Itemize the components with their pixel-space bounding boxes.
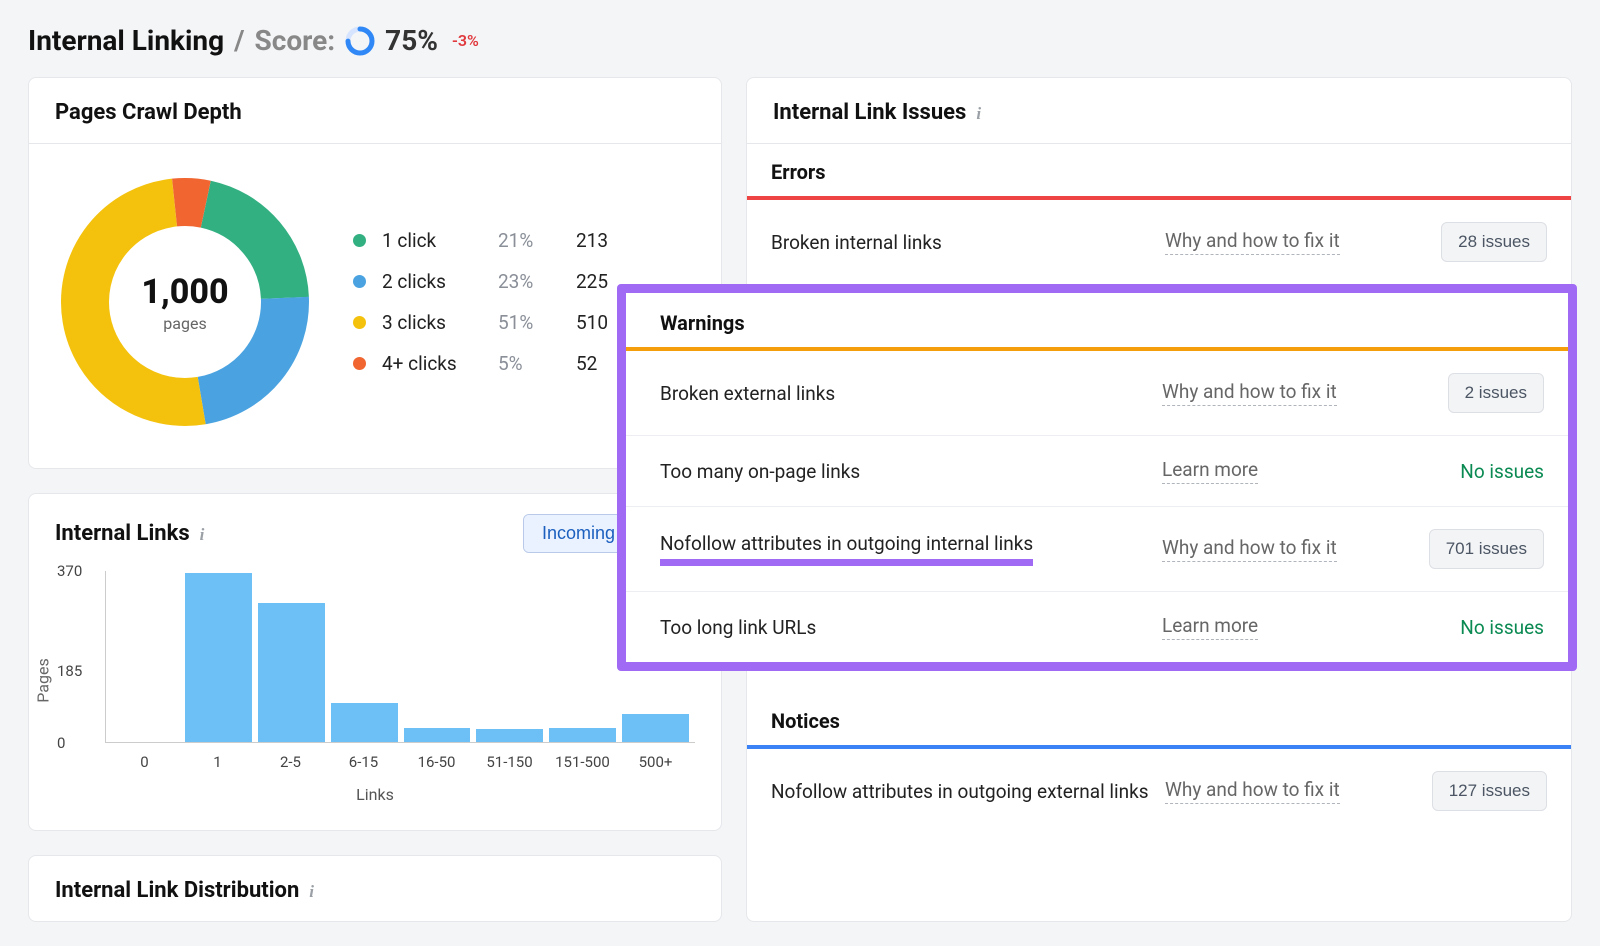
- ytick: 370: [57, 562, 82, 580]
- legend-label: 4+ clicks: [382, 352, 482, 375]
- fix-link[interactable]: Why and how to fix it: [1162, 536, 1337, 562]
- fix-link[interactable]: Why and how to fix it: [1165, 778, 1340, 804]
- no-issues-label: No issues: [1460, 616, 1544, 639]
- no-issues-label: No issues: [1460, 460, 1544, 483]
- internal-links-title-text: Internal Links: [55, 521, 190, 546]
- ytick: 185: [57, 662, 82, 680]
- issue-row: Too long link URLs Learn more No issues: [626, 592, 1568, 662]
- link-distribution-title-text: Internal Link Distribution: [55, 878, 299, 903]
- xcat-label: 16-50: [403, 753, 470, 771]
- bar[interactable]: [185, 573, 252, 742]
- issue-count-button[interactable]: 28 issues: [1441, 222, 1547, 262]
- learn-more-link[interactable]: Learn more: [1162, 458, 1258, 484]
- xcat-label: 151-500: [549, 753, 616, 771]
- crawl-depth-donut: 1,000 pages: [55, 172, 315, 432]
- issue-row: Nofollow attributes in outgoing external…: [747, 749, 1571, 833]
- legend-pct: 51%: [498, 311, 560, 334]
- issue-count-button[interactable]: 701 issues: [1429, 529, 1544, 569]
- legend-dot-icon: [353, 234, 366, 247]
- legend-row[interactable]: 3 clicks 51% 510: [353, 311, 632, 334]
- legend-label: 2 clicks: [382, 270, 482, 293]
- issue-row: Broken internal links Why and how to fix …: [747, 200, 1571, 284]
- crawl-depth-title: Pages Crawl Depth: [29, 78, 721, 143]
- yaxis-label: Pages: [34, 658, 53, 702]
- score-ring-icon: [345, 26, 375, 56]
- link-distribution-card: Internal Link Distribution i: [28, 855, 722, 922]
- issue-name: Broken external links: [660, 382, 1150, 405]
- bar[interactable]: [331, 703, 398, 742]
- bar[interactable]: [258, 603, 325, 742]
- issue-row: Broken external links Why and how to fix …: [626, 351, 1568, 436]
- score-delta: -3%: [452, 31, 479, 50]
- issue-name: Broken internal links: [771, 231, 1153, 254]
- legend-pct: 23%: [498, 270, 560, 293]
- learn-more-link[interactable]: Learn more: [1162, 614, 1258, 640]
- xaxis-label: Links: [55, 785, 695, 804]
- legend-dot-icon: [353, 357, 366, 370]
- bar[interactable]: [549, 728, 616, 742]
- info-icon[interactable]: i: [976, 105, 992, 121]
- page-title: Internal Linking: [28, 24, 224, 57]
- issue-row: Too many on-page links Learn more No issue…: [626, 436, 1568, 507]
- issue-name: Nofollow attributes in outgoing internal…: [660, 532, 1150, 566]
- internal-links-title: Internal Links i: [55, 521, 216, 546]
- donut-center-number: 1,000: [141, 272, 228, 312]
- issue-count-button[interactable]: 127 issues: [1432, 771, 1547, 811]
- legend-dot-icon: [353, 316, 366, 329]
- issue-name: Too many on-page links: [660, 460, 1150, 483]
- info-icon[interactable]: i: [200, 526, 216, 542]
- issue-name: Nofollow attributes in outgoing external…: [771, 780, 1153, 803]
- issue-row: Nofollow attributes in outgoing internal…: [626, 507, 1568, 592]
- fix-link[interactable]: Why and how to fix it: [1165, 229, 1340, 255]
- bar[interactable]: [476, 729, 543, 742]
- errors-section-title: Errors: [747, 144, 1571, 196]
- notices-section-title: Notices: [747, 693, 1571, 745]
- legend-label: 3 clicks: [382, 311, 482, 334]
- legend-dot-icon: [353, 275, 366, 288]
- page-header: Internal Linking / Score: 75% -3%: [28, 24, 1572, 57]
- info-icon[interactable]: i: [309, 883, 325, 899]
- bar[interactable]: [404, 728, 471, 742]
- internal-links-barchart: Pages 370 185 0 012-56-1516-5051-150151-…: [105, 571, 695, 771]
- issue-count-button[interactable]: 2 issues: [1448, 373, 1544, 413]
- link-distribution-title: Internal Link Distribution i: [29, 856, 721, 921]
- link-issues-title-text: Internal Link Issues: [773, 100, 966, 125]
- link-issues-card: Internal Link Issues i Errors Broken int…: [746, 77, 1572, 922]
- donut-center-label: pages: [163, 314, 206, 333]
- legend-val: 213: [576, 229, 632, 252]
- xcat-label: 0: [111, 753, 178, 771]
- legend-row[interactable]: 4+ clicks 5% 52: [353, 352, 632, 375]
- legend-label: 1 click: [382, 229, 482, 252]
- warnings-section-title: Warnings: [626, 293, 1568, 347]
- score-value: 75%: [385, 24, 438, 57]
- ytick: 0: [57, 734, 65, 752]
- xcat-label: 6-15: [330, 753, 397, 771]
- legend-row[interactable]: 1 click 21% 213: [353, 229, 632, 252]
- score-label: Score:: [255, 24, 336, 57]
- title-separator: /: [234, 24, 244, 57]
- link-issues-title: Internal Link Issues i: [747, 78, 1571, 143]
- xcat-label: 51-150: [476, 753, 543, 771]
- issue-name: Too long link URLs: [660, 616, 1150, 639]
- xcat-label: 1: [184, 753, 251, 771]
- warnings-highlight: Warnings Broken external links Why and ho…: [617, 284, 1577, 671]
- bar[interactable]: [622, 714, 689, 742]
- xcat-label: 500+: [622, 753, 689, 771]
- crawl-depth-legend: 1 click 21% 213 2 clicks 23% 225 3 click…: [353, 229, 632, 375]
- xcat-label: 2-5: [257, 753, 324, 771]
- legend-row[interactable]: 2 clicks 23% 225: [353, 270, 632, 293]
- legend-pct: 21%: [498, 229, 560, 252]
- fix-link[interactable]: Why and how to fix it: [1162, 380, 1337, 406]
- legend-pct: 5%: [498, 352, 560, 375]
